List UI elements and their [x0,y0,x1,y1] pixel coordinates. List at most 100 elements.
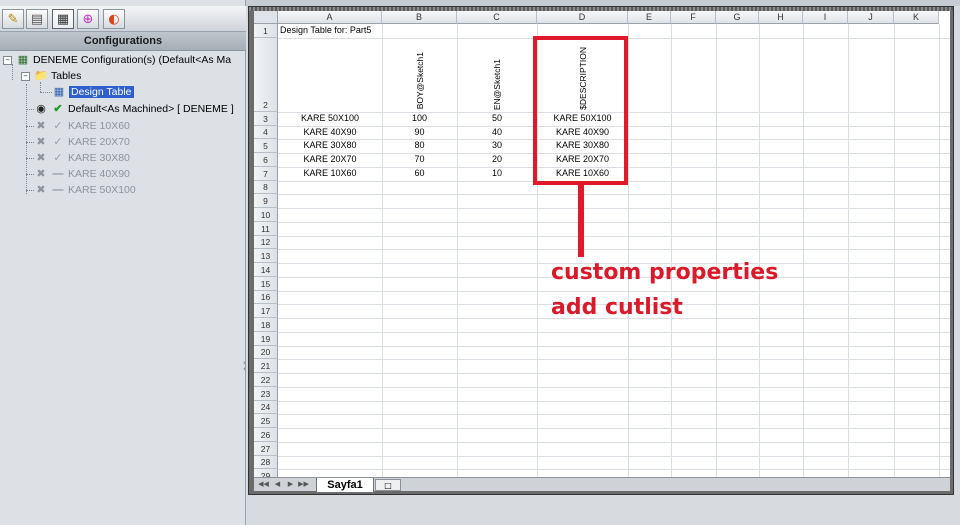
row-header[interactable]: 1 [254,24,278,38]
table-cell[interactable]: KARE 30X80 [278,139,382,152]
tree-node-config[interactable]: ✖ ✓ KARE 20X70 [34,134,130,150]
table-cell[interactable]: 30 [457,139,537,152]
column-header[interactable]: A [278,11,382,24]
tree-root-node[interactable]: ▦ DENEME Configuration(s) (Default<As Ma [16,52,231,68]
column-header[interactable]: H [759,11,803,24]
row-header[interactable]: 17 [254,304,278,318]
row-header[interactable]: 2 [254,37,278,112]
row-header[interactable]: 3 [254,111,278,126]
prev-sheet-button[interactable]: ◀ [272,479,283,490]
collapse-toggle[interactable]: – [3,56,12,65]
table-cell[interactable]: KARE 10X60 [278,167,382,180]
column-header[interactable]: C [457,11,537,24]
table-cell[interactable]: 10 [457,167,537,180]
tree-connector [12,64,13,80]
column-header[interactable]: D [537,11,628,24]
row-header[interactable]: 7 [254,166,278,181]
row-header[interactable]: 14 [254,263,278,277]
collapse-toggle[interactable]: – [21,72,30,81]
table-cell[interactable]: KARE 50X100 [278,112,382,125]
design-table-icon: ▦ [53,86,65,98]
row-header[interactable]: 22 [254,373,278,387]
tree-node-config[interactable]: ✖ ✓ KARE 10X60 [34,118,129,134]
table-cell[interactable]: 90 [382,126,457,139]
row-header[interactable]: 9 [254,194,278,208]
row-header[interactable]: 12 [254,235,278,250]
row-header[interactable]: 18 [254,318,278,332]
gridline [278,386,950,388]
table-cell[interactable]: 20 [457,153,537,166]
display-manager-icon[interactable]: ◐ [103,9,125,29]
row-header[interactable]: 25 [254,414,278,428]
table-cell[interactable]: 40 [457,126,537,139]
config-icon: ✖ [36,168,46,180]
row-header[interactable]: 24 [254,400,278,415]
column-header[interactable]: I [803,11,848,24]
annotation-arrow [578,185,584,257]
row-header[interactable]: 11 [254,221,278,236]
tree-node-config[interactable]: ✖ — KARE 50X100 [34,182,135,198]
row-header[interactable]: 26 [254,428,278,442]
row-header[interactable]: 21 [254,359,278,373]
row-header[interactable]: 19 [254,331,278,346]
row-header[interactable]: 5 [254,139,278,153]
row-header[interactable]: 13 [254,249,278,263]
feature-manager-icon[interactable]: ✎ [2,9,24,29]
row-header[interactable]: 8 [254,180,278,195]
table-cell[interactable]: KARE 20X70 [278,153,382,166]
table-cell[interactable]: 50 [457,112,537,125]
tree-connector [26,84,27,194]
property-manager-icon[interactable]: ▤ [26,9,48,29]
gridline [278,331,950,333]
check-icon: ✔ [53,103,63,115]
gridline [278,194,950,196]
tree-node-label: KARE 20X70 [68,136,130,148]
tree-node-config[interactable]: ✖ — KARE 40X90 [34,166,129,182]
row-header[interactable]: 16 [254,290,278,305]
row-header[interactable]: 27 [254,441,278,456]
cell-title[interactable]: Design Table for: Part5 [280,24,371,37]
table-cell[interactable]: 80 [382,139,457,152]
tree-node-tables[interactable]: 📁 Tables [34,68,81,84]
select-all-corner[interactable] [254,11,278,24]
tree-node-design-table[interactable]: ▦ Design Table [52,84,134,100]
row-header[interactable]: 4 [254,125,278,140]
column-header[interactable]: B [382,11,457,24]
table-cell[interactable]: 100 [382,112,457,125]
row-header[interactable]: 29 [254,469,278,477]
row-header[interactable]: 28 [254,455,278,470]
configuration-manager-icon[interactable]: ▦ [52,9,74,29]
row-header[interactable]: 20 [254,345,278,360]
column-parameter-header[interactable]: EN@Sketch1 [457,40,537,110]
table-cell[interactable]: 60 [382,167,457,180]
next-sheet-button[interactable]: ▶ [285,479,296,490]
check-icon: ✓ [53,120,63,132]
tree-node-label: Tables [51,70,82,82]
row-header[interactable]: 10 [254,208,278,222]
column-header[interactable]: F [671,11,716,24]
gridline [716,24,717,477]
gridline [759,24,760,477]
column-header[interactable]: J [848,11,894,24]
row-header[interactable]: 6 [254,153,278,167]
tree-node-default-config[interactable]: ◉ ✔ Default<As Machined> [ DENEME ] [34,101,234,117]
gridline [278,455,950,457]
table-cell[interactable]: KARE 40X90 [278,126,382,139]
last-sheet-button[interactable]: ▶▶ [298,479,309,490]
column-parameter-header[interactable]: BOY@Sketch1 [382,40,457,109]
row-header[interactable]: 15 [254,276,278,291]
tree-node-label: Design Table [69,86,134,98]
dimxpert-icon[interactable]: ⊕ [77,9,99,29]
column-header[interactable]: E [628,11,671,24]
gridline [278,221,950,223]
insert-sheet-icon[interactable]: □ [375,479,401,491]
tree-node-config[interactable]: ✖ ✓ KARE 30X80 [34,150,129,166]
row-header[interactable]: 23 [254,386,278,401]
first-sheet-button[interactable]: ◀◀ [258,479,269,490]
table-cell[interactable]: 70 [382,153,457,166]
sheet-tab-sayfa1[interactable]: Sayfa1 [316,478,374,493]
gridline [894,24,895,477]
gridline [803,24,804,477]
column-header[interactable]: G [716,11,759,24]
column-header[interactable]: K [894,11,939,24]
